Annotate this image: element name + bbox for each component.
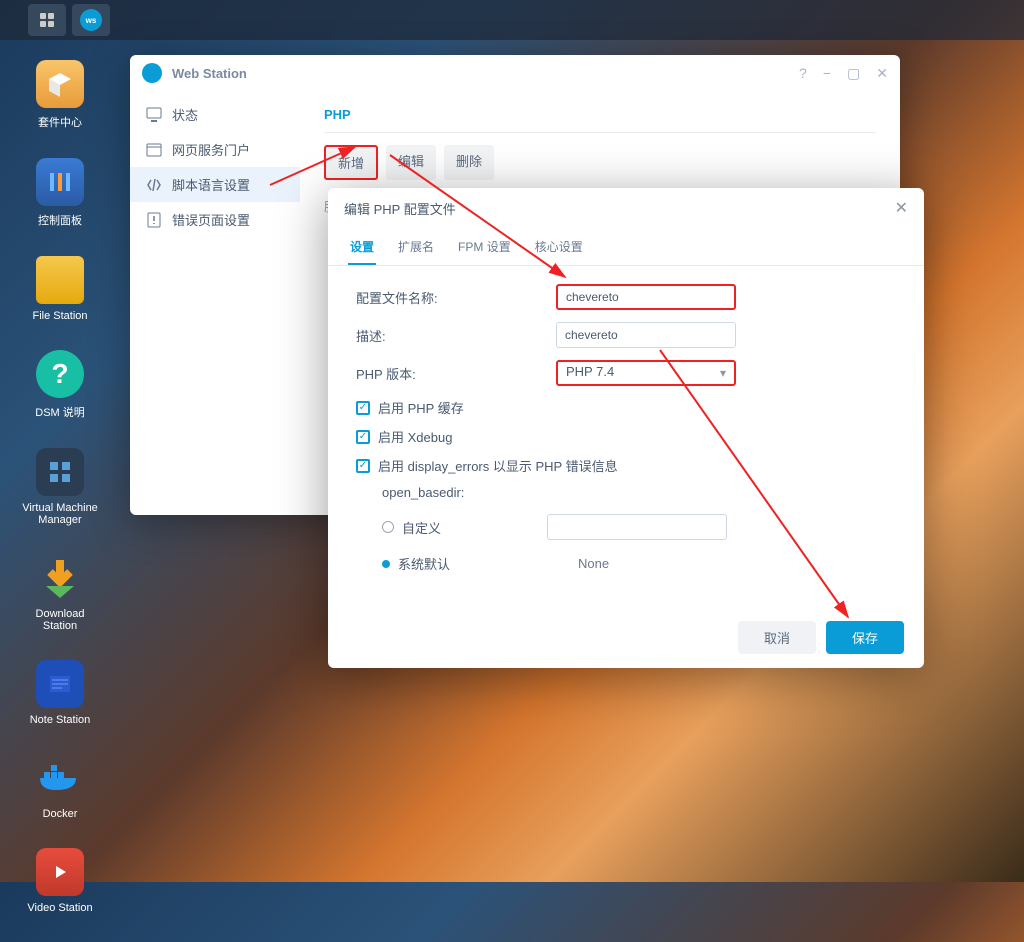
desktop-icon-download-station[interactable]: Download Station	[20, 554, 100, 632]
desktop-icon-video-station[interactable]: Video Station	[20, 848, 100, 914]
dialog-close-icon[interactable]: ✕	[895, 198, 908, 218]
delete-button[interactable]: 删除	[444, 145, 494, 180]
tab-settings[interactable]: 设置	[348, 228, 376, 265]
app-launcher-button[interactable]	[28, 4, 66, 36]
label-php-version: PHP 版本:	[356, 364, 556, 383]
radio-custom[interactable]: 自定义	[382, 514, 896, 540]
php-version-select[interactable]: PHP 7.4	[556, 360, 736, 386]
maximize-icon[interactable]: ▢	[847, 65, 860, 82]
tab-extensions[interactable]: 扩展名	[396, 228, 436, 265]
add-button[interactable]: 新增	[324, 145, 378, 180]
sidebar-item-status[interactable]: 状态	[130, 97, 300, 132]
checkbox-display-errors[interactable]: ✓启用 display_errors 以显示 PHP 错误信息	[356, 456, 896, 475]
dialog-header[interactable]: 编辑 PHP 配置文件 ✕	[328, 188, 924, 228]
check-icon: ✓	[356, 459, 370, 473]
radio-system-default[interactable]: 系统默认None	[382, 554, 896, 573]
edit-button[interactable]: 编辑	[386, 145, 436, 180]
check-icon: ✓	[356, 401, 370, 415]
save-button[interactable]: 保存	[826, 621, 904, 654]
radio-icon	[382, 560, 390, 568]
desktop-icon-vmm[interactable]: Virtual Machine Manager	[20, 448, 100, 526]
taskbar: ws	[0, 0, 1024, 40]
none-value: None	[578, 556, 609, 571]
webstation-taskbar-icon[interactable]: ws	[72, 4, 110, 36]
dialog-tabs: 设置 扩展名 FPM 设置 核心设置	[328, 228, 924, 266]
profile-name-input[interactable]	[556, 284, 736, 310]
checkbox-php-cache[interactable]: ✓启用 PHP 缓存	[356, 398, 896, 417]
dialog-title: 编辑 PHP 配置文件	[344, 199, 456, 218]
sidebar-item-error-page[interactable]: 错误页面设置	[130, 202, 300, 237]
sidebar: 状态 网页服务门户 脚本语言设置 错误页面设置	[130, 91, 300, 515]
help-icon[interactable]: ?	[799, 65, 807, 82]
minimize-icon[interactable]: −	[823, 65, 831, 82]
close-icon[interactable]: ✕	[876, 65, 888, 82]
desktop-icons: 套件中心 控制面板 File Station ?DSM 说明 Virtual M…	[20, 60, 100, 942]
desktop-icon-control-panel[interactable]: 控制面板	[20, 158, 100, 228]
label-profile-name: 配置文件名称:	[356, 288, 556, 307]
dialog-body: 配置文件名称: 描述: PHP 版本: PHP 7.4 ✓启用 PHP 缓存 ✓…	[328, 266, 924, 605]
tab-fpm[interactable]: FPM 设置	[456, 228, 513, 265]
desktop-icon-package-center[interactable]: 套件中心	[20, 60, 100, 130]
edit-php-profile-dialog: 编辑 PHP 配置文件 ✕ 设置 扩展名 FPM 设置 核心设置 配置文件名称:…	[328, 188, 924, 668]
label-desc: 描述:	[356, 326, 556, 345]
check-icon: ✓	[356, 430, 370, 444]
window-title: Web Station	[172, 66, 799, 81]
desktop-icon-docker[interactable]: Docker	[20, 754, 100, 820]
webstation-icon	[142, 63, 162, 83]
desktop-icon-note-station[interactable]: Note Station	[20, 660, 100, 726]
cancel-button[interactable]: 取消	[738, 621, 816, 654]
window-titlebar[interactable]: Web Station ? − ▢ ✕	[130, 55, 900, 91]
desktop-icon-dsm-help[interactable]: ?DSM 说明	[20, 350, 100, 420]
custom-basedir-input[interactable]	[547, 514, 727, 540]
desktop-icon-file-station[interactable]: File Station	[20, 256, 100, 322]
tab-core[interactable]: 核心设置	[533, 228, 585, 265]
checkbox-xdebug[interactable]: ✓启用 Xdebug	[356, 427, 896, 446]
radio-icon	[382, 521, 394, 533]
desc-input[interactable]	[556, 322, 736, 348]
sidebar-item-script-settings[interactable]: 脚本语言设置	[130, 167, 300, 202]
section-title-php: PHP	[324, 101, 876, 133]
label-open-basedir: open_basedir:	[382, 485, 896, 500]
sidebar-item-portal[interactable]: 网页服务门户	[130, 132, 300, 167]
